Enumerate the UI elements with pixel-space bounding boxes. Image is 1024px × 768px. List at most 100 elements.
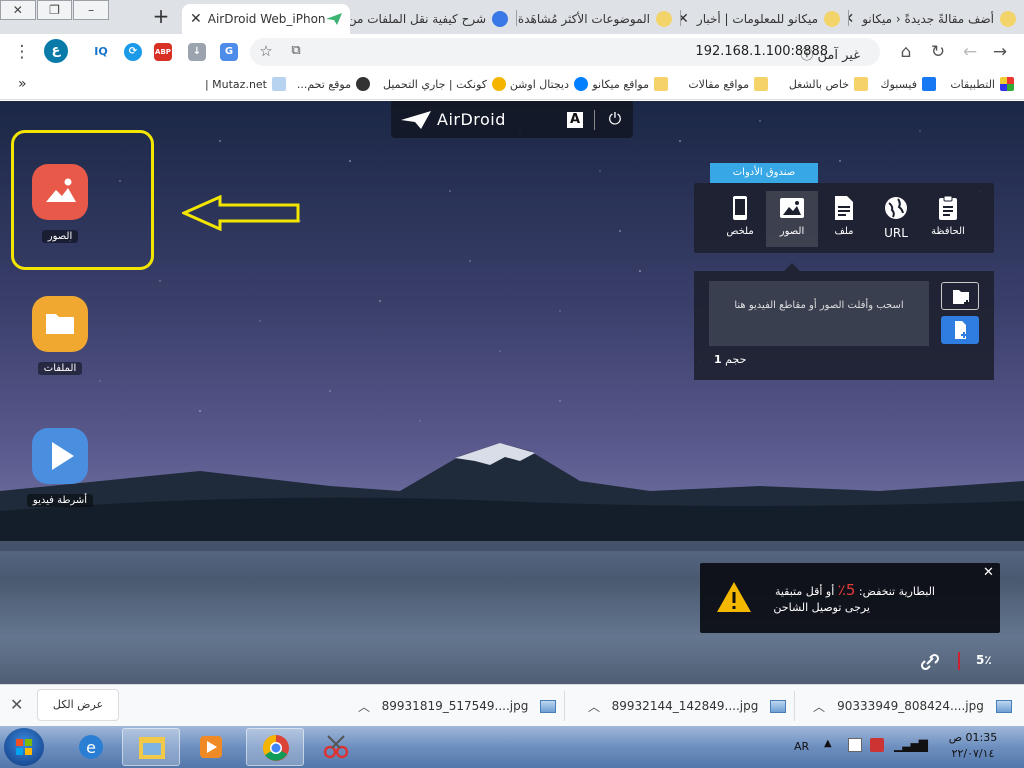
svg-text:e: e xyxy=(86,738,96,757)
folder-icon xyxy=(854,77,868,91)
show-all-downloads-button[interactable]: عرض الكل xyxy=(37,689,119,721)
mountain-lake-background xyxy=(0,443,1024,684)
bookmark-digitalocean[interactable]: ديجتال اوشن xyxy=(510,77,588,91)
airdroid-top-bar: AirDroid A ⏻ xyxy=(391,101,633,138)
download-extension-icon[interactable]: ↓ xyxy=(188,43,206,61)
forward-arrow-icon[interactable]: ← xyxy=(960,42,980,62)
new-tab-button[interactable]: + xyxy=(150,6,172,28)
tool-photos[interactable]: الصور xyxy=(766,191,818,247)
bookmarks-bar: التطبيقات فيسبوك خاص بالشغل مواقع مقالات… xyxy=(0,70,1024,100)
volume-icon[interactable]: 🔈︎ xyxy=(920,738,928,753)
media-player-icon xyxy=(200,736,222,758)
digitalocean-icon xyxy=(574,77,588,91)
facebook-icon xyxy=(922,77,936,91)
tool-clipboard[interactable]: الحافظة xyxy=(922,191,974,247)
folder-icon xyxy=(32,296,88,352)
chevron-up-icon[interactable]: ︿ xyxy=(813,698,825,715)
restore-window-button[interactable]: ❐ xyxy=(36,0,73,20)
videos-app[interactable]: أشرطة فيديو xyxy=(10,428,110,507)
windows-taskbar: e AR ▲ ▁▃▅▇ 🔈︎ 01:35 ص ٢٢/٠٧/١٤ xyxy=(0,726,1024,768)
bookmark-connect[interactable]: كونكت | جاري التحميل xyxy=(383,77,506,91)
chevron-up-icon[interactable]: ︿ xyxy=(358,698,370,715)
battery-level-bar xyxy=(958,652,960,670)
browser-toolbar: → ← ↻ ⌂ غير آمن ⓘ 192.168.1.100:8888 ☆ ⧉… xyxy=(0,34,1024,70)
cast-icon[interactable]: ⧉ xyxy=(286,41,306,61)
airdroid-desktop: AirDroid A ⏻ الصور الملفات أشرطة فيديو ص… xyxy=(0,101,1024,684)
snipping-tool-taskbar[interactable] xyxy=(308,728,366,766)
chevron-up-icon[interactable]: ︿ xyxy=(588,698,600,715)
start-button[interactable] xyxy=(4,728,44,766)
internet-explorer-taskbar[interactable]: e xyxy=(62,728,120,766)
tab-airdroid[interactable]: ✕ AirDroid Web_iPhone xyxy=(182,4,350,34)
translate-extension-icon[interactable]: G xyxy=(220,43,238,61)
files-app[interactable]: الملفات xyxy=(10,296,110,375)
tray-expand-icon[interactable]: ▲ xyxy=(824,738,832,749)
file-explorer-taskbar[interactable] xyxy=(122,728,180,766)
home-icon[interactable]: ⌂ xyxy=(896,42,916,62)
action-center-icon[interactable] xyxy=(848,738,862,752)
download-item[interactable]: ︿ 90333949_808424....jpg xyxy=(805,691,1020,721)
image-icon xyxy=(780,198,804,218)
close-icon[interactable]: ✕ xyxy=(10,695,23,714)
battery-percent: 5٪ xyxy=(976,653,992,667)
tool-file[interactable]: ملف xyxy=(818,191,870,247)
power-icon[interactable]: ⏻ xyxy=(605,109,625,129)
size-indicator: حجم 1 xyxy=(714,353,747,366)
bookmark-star-icon[interactable]: ☆ xyxy=(256,41,276,61)
bookmark-articles-folder[interactable]: مواقع مقالات xyxy=(688,77,768,91)
profile-avatar[interactable]: ع xyxy=(44,39,68,63)
link-icon[interactable] xyxy=(920,653,940,671)
download-item[interactable]: ︿ 89931819_517549....jpg xyxy=(350,691,565,721)
bookmark-mutaz[interactable]: Mutaz.net | xyxy=(205,77,286,91)
battery-notification: البطارية تنخفض: 5٪ أو أقل متبقية يرجى تو… xyxy=(700,563,1000,633)
tab-most-viewed[interactable]: الموضوعات الأكثر مُشاهَدة ✕ xyxy=(516,4,680,34)
upload-file-button[interactable] xyxy=(941,316,979,344)
iq-extension-icon[interactable]: IQ xyxy=(92,43,110,61)
media-player-taskbar[interactable] xyxy=(182,728,240,766)
bookmark-download-site[interactable]: موقع تحم... xyxy=(297,77,370,91)
system-clock[interactable]: 01:35 ص ٢٢/٠٧/١٤ xyxy=(944,730,1002,762)
paper-plane-icon xyxy=(401,110,431,129)
tab-close-icon[interactable]: ✕ xyxy=(680,11,689,27)
photos-icon xyxy=(32,164,88,220)
scissors-icon xyxy=(323,735,349,759)
language-indicator[interactable]: AR xyxy=(794,740,809,753)
download-item[interactable]: ︿ 89932144_142849....jpg xyxy=(580,691,795,721)
back-arrow-icon[interactable]: → xyxy=(990,42,1010,62)
ie-icon: e xyxy=(79,735,103,759)
bookmark-work-folder[interactable]: خاص بالشغل xyxy=(789,77,868,91)
chrome-taskbar[interactable] xyxy=(246,728,304,766)
tool-url[interactable]: URL xyxy=(870,191,922,247)
play-icon xyxy=(32,428,88,484)
toolbox-panel: ملخص الصور ملف URL الحافظة xyxy=(694,183,994,253)
globe-icon xyxy=(885,197,907,219)
globe-icon xyxy=(356,77,370,91)
reload-icon[interactable]: ↻ xyxy=(928,42,948,62)
security-alert-icon[interactable] xyxy=(870,738,884,752)
address-bar[interactable]: غير آمن ⓘ 192.168.1.100:8888 ☆ ⧉ xyxy=(250,38,880,66)
bookmark-mekano-folder[interactable]: مواقع ميكانو xyxy=(592,77,668,91)
file-plus-icon xyxy=(955,321,967,339)
menu-kebab-icon[interactable]: ⋮ xyxy=(12,42,32,62)
image-file-icon xyxy=(995,699,1012,713)
window-controls: ✕ ❐ – xyxy=(0,0,110,22)
battery-message: البطارية تنخفض: 5٪ أو أقل متبقية xyxy=(774,581,935,599)
tab-mekano-news[interactable]: ميكانو للمعلومات | أخبار ✕ xyxy=(680,4,848,34)
drop-zone[interactable]: اسحب وأفلت الصور أو مقاطع الفيديو هنا xyxy=(709,281,929,346)
upload-folder-button[interactable] xyxy=(941,282,979,310)
bookmark-facebook[interactable]: فيسبوك xyxy=(881,77,936,91)
language-button[interactable]: A xyxy=(567,112,583,128)
photos-app[interactable]: الصور xyxy=(10,164,110,243)
tool-summary[interactable]: ملخص xyxy=(714,191,766,247)
tab-transfer-guide[interactable]: شرح كيفية نقل الملفات من ✕ xyxy=(350,4,516,34)
minimize-window-button[interactable]: – xyxy=(73,0,110,20)
tab-add-article[interactable]: أضف مقالةً جديدةً ‹ ميكانو ✕ xyxy=(848,4,1024,34)
mekano-favicon-icon xyxy=(1000,11,1016,27)
close-icon[interactable]: ✕ xyxy=(983,565,994,580)
close-window-button[interactable]: ✕ xyxy=(0,0,36,20)
adblock-extension-icon[interactable]: ABP xyxy=(154,43,172,61)
tab-close-icon[interactable]: ✕ xyxy=(190,11,202,27)
sync-extension-icon[interactable]: ⟳ xyxy=(124,43,142,61)
bookmark-apps[interactable]: التطبيقات xyxy=(950,77,1014,91)
bookmarks-overflow-button[interactable]: » xyxy=(18,76,27,92)
